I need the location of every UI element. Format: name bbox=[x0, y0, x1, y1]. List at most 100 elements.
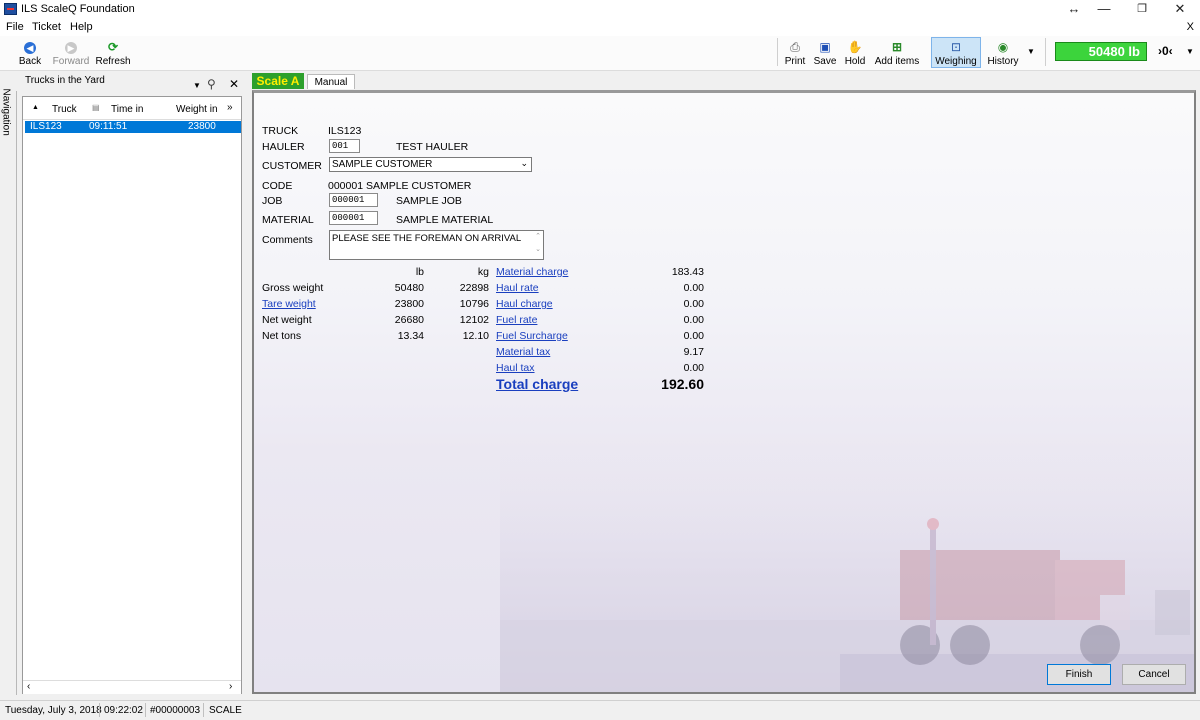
haul-tax-link[interactable]: Haul tax bbox=[496, 362, 535, 374]
material-code-field[interactable]: 000001 bbox=[329, 211, 378, 225]
trucks-panel-title: Trucks in the Yard bbox=[25, 75, 105, 86]
gross-weight-lb: 50480 bbox=[394, 282, 424, 294]
tab-manual[interactable]: Manual bbox=[307, 74, 355, 89]
gross-weight-label: Gross weight bbox=[262, 282, 324, 294]
table-row[interactable]: ILS123 09:11:51 23800 bbox=[25, 121, 241, 133]
history-button[interactable]: ◉ History bbox=[985, 37, 1021, 67]
scroll-down-icon[interactable]: ⌄ bbox=[535, 245, 541, 253]
status-mode: SCALE bbox=[209, 705, 242, 716]
weighing-button[interactable]: ⊡ Weighing bbox=[931, 37, 981, 68]
material-label: MATERIAL bbox=[262, 214, 314, 226]
app-icon bbox=[4, 3, 17, 15]
toolbar-separator bbox=[1045, 38, 1046, 66]
forward-arrow-icon: ▶ bbox=[65, 42, 77, 54]
forward-button[interactable]: ▶ Forward bbox=[51, 37, 91, 67]
status-ticket-number: #00000003 bbox=[150, 705, 201, 716]
customer-selected-value: SAMPLE CUSTOMER bbox=[332, 159, 433, 170]
navigation-tab-label: Navigation bbox=[0, 88, 12, 136]
binoculars-icon[interactable]: ⚲ bbox=[207, 77, 216, 91]
material-name: SAMPLE MATERIAL bbox=[396, 214, 494, 226]
zero-scale-button[interactable]: ›0‹ bbox=[1158, 44, 1173, 58]
total-charge-link[interactable]: Total charge bbox=[496, 376, 578, 392]
menu-close-mark[interactable]: X bbox=[1187, 21, 1194, 33]
row-time-in: 09:11:51 bbox=[89, 121, 128, 132]
zero-dropdown-icon[interactable]: ▼ bbox=[1186, 47, 1194, 56]
history-icon: ◉ bbox=[997, 40, 1009, 54]
add-items-button[interactable]: ⊞ Add items bbox=[872, 37, 922, 67]
scroll-up-icon[interactable]: ⌃ bbox=[535, 232, 541, 240]
haul-rate-value: 0.00 bbox=[683, 282, 704, 294]
cancel-button[interactable]: Cancel bbox=[1122, 664, 1186, 685]
horizontal-scrollbar[interactable]: ‹ › bbox=[23, 680, 241, 694]
chevron-down-icon: ⌄ bbox=[520, 158, 528, 168]
menu-ticket[interactable]: Ticket bbox=[32, 21, 61, 33]
hold-label: Hold bbox=[844, 56, 866, 67]
refresh-button[interactable]: ⟳ Refresh bbox=[95, 37, 131, 67]
hold-button[interactable]: ✋ Hold bbox=[841, 37, 869, 67]
comments-label: Comments bbox=[262, 234, 313, 246]
resize-arrows-icon[interactable]: ↔ bbox=[1062, 1, 1086, 17]
history-dropdown-icon[interactable]: ▼ bbox=[1027, 47, 1035, 56]
job-name: SAMPLE JOB bbox=[396, 195, 462, 207]
finish-button[interactable]: Finish bbox=[1047, 664, 1111, 685]
back-button[interactable]: ◀ Back bbox=[14, 37, 46, 67]
more-columns-icon[interactable]: » bbox=[227, 102, 233, 113]
haul-charge-value: 0.00 bbox=[683, 298, 704, 310]
tab-scale-a[interactable]: Scale A bbox=[252, 73, 304, 89]
history-label: History bbox=[987, 56, 1019, 67]
hauler-label: HAULER bbox=[262, 141, 305, 153]
panel-dropdown-icon[interactable]: ▼ bbox=[193, 81, 201, 90]
unit-kg-header: kg bbox=[477, 266, 489, 278]
trucks-list-header: ▲ Truck ▤ Time in Weight in » bbox=[23, 101, 241, 120]
toolbar-separator bbox=[777, 38, 778, 66]
material-tax-link[interactable]: Material tax bbox=[496, 346, 550, 358]
hauler-code-field[interactable]: 001 bbox=[329, 139, 360, 153]
fuel-surcharge-link[interactable]: Fuel Surcharge bbox=[496, 330, 568, 342]
net-weight-lb: 26680 bbox=[394, 314, 424, 326]
row-weight-in: 23800 bbox=[188, 121, 216, 132]
weighing-label: Weighing bbox=[935, 56, 977, 67]
job-code-field[interactable]: 000001 bbox=[329, 193, 378, 207]
row-truck: ILS123 bbox=[30, 121, 62, 132]
net-weight-kg: 12102 bbox=[459, 314, 489, 326]
sort-ascending-icon[interactable]: ▲ bbox=[32, 104, 39, 111]
menu-help[interactable]: Help bbox=[70, 21, 93, 33]
navigation-side-tab[interactable]: Navigation bbox=[0, 88, 17, 695]
close-icon[interactable]: ✕ bbox=[1168, 1, 1192, 17]
truck-label: TRUCK bbox=[262, 125, 299, 137]
dump-truck-image bbox=[500, 440, 1194, 692]
status-time: 09:22:02 bbox=[104, 705, 143, 716]
customer-select[interactable]: SAMPLE CUSTOMER ⌄ bbox=[329, 157, 532, 172]
refresh-icon: ⟳ bbox=[107, 40, 119, 54]
window-title: ILS ScaleQ Foundation bbox=[21, 3, 135, 15]
net-tons-kg: 12.10 bbox=[462, 330, 489, 342]
net-tons-label: Net tons bbox=[262, 330, 302, 342]
column-header-weight-in[interactable]: Weight in bbox=[176, 104, 218, 115]
status-separator bbox=[145, 703, 146, 717]
restore-icon[interactable]: ❐ bbox=[1130, 1, 1154, 17]
back-label: Back bbox=[18, 56, 42, 67]
total-charge-value: 192.60 bbox=[661, 376, 704, 392]
forward-label: Forward bbox=[52, 56, 90, 67]
net-tons-lb: 13.34 bbox=[397, 330, 424, 342]
scroll-right-icon[interactable]: › bbox=[229, 681, 232, 692]
print-button[interactable]: ⎙ Print bbox=[782, 37, 808, 67]
hauler-name: TEST HAULER bbox=[396, 141, 469, 153]
back-arrow-icon: ◀ bbox=[24, 42, 36, 54]
minimize-icon[interactable]: — bbox=[1092, 1, 1116, 17]
menu-file[interactable]: File bbox=[6, 21, 24, 33]
column-header-time-in[interactable]: Time in bbox=[111, 104, 143, 115]
material-charge-link[interactable]: Material charge bbox=[496, 266, 568, 278]
truck-value: ILS123 bbox=[328, 125, 362, 137]
fuel-rate-link[interactable]: Fuel rate bbox=[496, 314, 537, 326]
haul-charge-link[interactable]: Haul charge bbox=[496, 298, 553, 310]
panel-close-icon[interactable]: ✕ bbox=[229, 77, 239, 91]
floppy-disk-icon: ▣ bbox=[819, 40, 831, 54]
column-header-truck[interactable]: Truck bbox=[52, 104, 77, 115]
comments-textarea[interactable]: PLEASE SEE THE FOREMAN ON ARRIVAL ⌃ ⌄ bbox=[329, 230, 544, 260]
scroll-left-icon[interactable]: ‹ bbox=[27, 681, 30, 692]
haul-rate-link[interactable]: Haul rate bbox=[496, 282, 539, 294]
status-bar: Tuesday, July 3, 2018 09:22:02 #00000003… bbox=[0, 700, 1200, 720]
tare-weight-link[interactable]: Tare weight bbox=[262, 298, 316, 310]
save-button[interactable]: ▣ Save bbox=[812, 37, 838, 67]
